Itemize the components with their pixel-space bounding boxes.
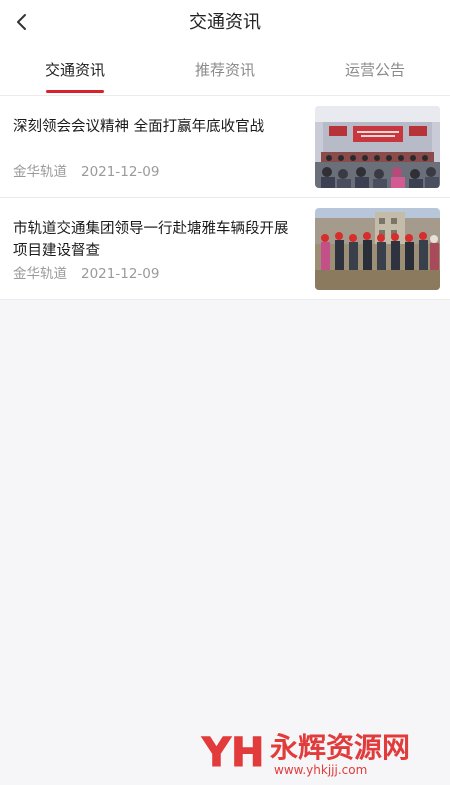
page-title: 交通资讯	[189, 12, 261, 33]
chevron-left-icon	[17, 14, 26, 30]
category-tabs: 交通资讯 推荐资讯 运营公告	[0, 46, 450, 96]
news-title: 深刻领会会议精神 全面打赢年底收官战	[13, 119, 265, 135]
news-meta: 金华轨道 2021-12-09	[13, 160, 159, 180]
news-date: 2021-12-09	[81, 164, 160, 180]
news-source: 金华轨道	[13, 164, 67, 180]
news-date: 2021-12-09	[81, 266, 160, 282]
active-tab-indicator	[46, 90, 104, 93]
news-source: 金华轨道	[13, 266, 67, 282]
watermark-name: 永辉资源网	[270, 731, 410, 764]
tab-label: 运营公告	[344, 61, 405, 79]
news-item[interactable]: 市轨道交通集团领导一行赴塘雅车辆段开展项目建设督查 金华轨道 2021-12-09	[0, 198, 450, 300]
watermark: YH 永辉资源网 www.yhkjjj.com	[196, 720, 436, 778]
news-item[interactable]: 深刻领会会议精神 全面打赢年底收官战 金华轨道 2021-12-09	[0, 96, 450, 198]
tab-label: 推荐资讯	[194, 61, 255, 79]
news-thumbnail	[315, 106, 440, 188]
news-list: 深刻领会会议精神 全面打赢年底收官战 金华轨道 2021-12-09 市轨道交通…	[0, 96, 450, 300]
tab-recommended-news[interactable]: 推荐资讯	[150, 46, 300, 95]
tab-operation-notices[interactable]: 运营公告	[300, 46, 450, 95]
news-title: 市轨道交通集团领导一行赴塘雅车辆段开展项目建设督查	[13, 221, 289, 259]
app-screen: 交通资讯 交通资讯 推荐资讯 运营公告 深刻领会会议精神 全面打赢年底收官战 金…	[0, 0, 450, 785]
tab-label: 交通资讯	[44, 61, 105, 79]
top-bar: 交通资讯	[0, 0, 450, 46]
tab-traffic-news[interactable]: 交通资讯	[0, 46, 150, 95]
news-thumbnail	[315, 208, 440, 290]
watermark-url: www.yhkjjj.com	[274, 763, 367, 777]
news-meta: 金华轨道 2021-12-09	[13, 262, 159, 282]
watermark-logo: YH	[201, 730, 264, 776]
back-button[interactable]	[8, 8, 36, 36]
